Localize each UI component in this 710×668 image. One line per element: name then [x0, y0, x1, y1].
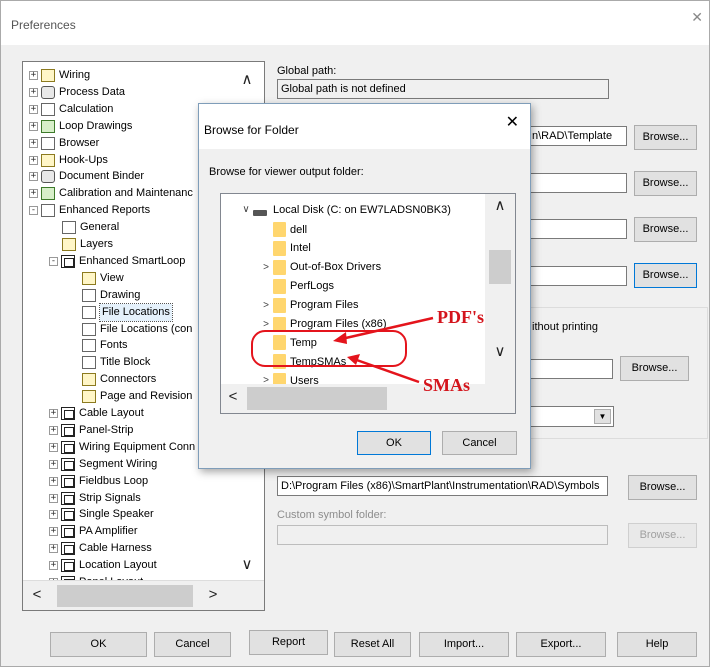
sma-arrow [350, 356, 420, 384]
pdf-arrow [336, 316, 434, 342]
pdf-arrow-head [333, 332, 347, 344]
pdfs-annotation: PDF's [437, 307, 484, 327]
annotation-arrows [333, 316, 434, 384]
smas-annotation: SMAs [423, 375, 471, 395]
preferences-window: Preferences ✕ + Wiring + Process Data + Calcu… [0, 0, 710, 667]
